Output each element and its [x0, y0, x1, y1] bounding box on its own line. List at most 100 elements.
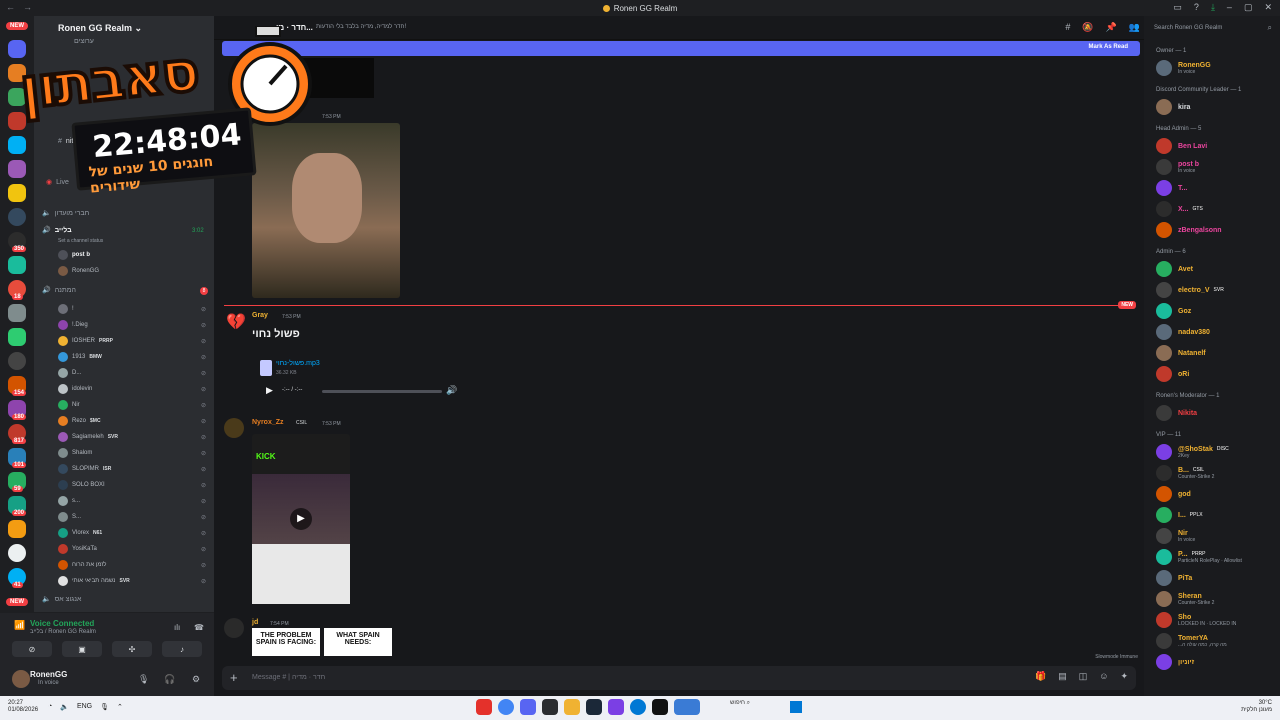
app-icon[interactable] [608, 699, 624, 715]
avatar[interactable] [224, 418, 244, 438]
member-item[interactable]: electro_V SVR [1150, 280, 1278, 300]
member-item[interactable]: T... [1150, 178, 1278, 198]
avatar[interactable] [12, 670, 30, 688]
voice-channel[interactable]: 🔈 אנגוצ אס [42, 595, 81, 604]
voice-user[interactable]: 1913 BMW ⊘ [58, 350, 208, 364]
language-indicator[interactable]: ENG [77, 703, 92, 711]
channel-topic[interactable]: חדר למדיה, מדיה בלבד בלי הודעות! [316, 24, 406, 30]
message-composer[interactable]: + Message # | חדר · מדיה 🎁 ▤ ◫ ☺ ✦ [222, 666, 1136, 690]
voice-user[interactable]: לזמן את הרוח ⊘ [58, 558, 208, 572]
member-item[interactable]: X... GTS [1150, 199, 1278, 219]
broken-heart-icon[interactable]: 💔 [226, 312, 246, 332]
server-icon[interactable] [8, 520, 26, 538]
server-icon[interactable] [8, 256, 26, 274]
steam-icon[interactable] [586, 699, 602, 715]
app-icon[interactable] [652, 699, 668, 715]
app-icon[interactable] [476, 699, 492, 715]
voice-user[interactable]: Vlorex N61 ⊘ [58, 526, 208, 540]
nav-arrows[interactable]: ← → [6, 2, 32, 12]
chevron-up-icon[interactable]: ⌃ [117, 703, 123, 711]
download-icon[interactable]: ⤓ [1211, 2, 1215, 13]
notification-icon[interactable]: 🔕 [1082, 22, 1093, 33]
member-item[interactable]: Nikita [1150, 403, 1278, 423]
search-input[interactable]: Search Ronen GG Realm ⌕ [1150, 20, 1276, 36]
voice-channel[interactable]: 🔊 בלייב [42, 226, 72, 235]
message-author[interactable]: Gray [252, 312, 268, 319]
avatar[interactable] [224, 618, 244, 638]
help-icon[interactable]: ? [1194, 2, 1199, 13]
start-icon[interactable] [790, 701, 802, 713]
member-item[interactable]: Nir In voice [1150, 526, 1278, 546]
voice-user[interactable]: Shalom ⊘ [58, 446, 208, 460]
app-icon[interactable] [542, 699, 558, 715]
member-item[interactable]: Natanelf [1150, 343, 1278, 363]
mic-icon[interactable]: 🎙 [100, 703, 109, 711]
minimize-button[interactable]: – [1227, 2, 1232, 13]
voice-user[interactable]: RonenGG [58, 264, 208, 278]
voice-user[interactable]: ! ⊘ [58, 302, 208, 316]
message-author[interactable]: Nyrox_Zz [252, 419, 284, 426]
server-icon[interactable] [8, 304, 26, 322]
clock[interactable]: 20:27 01/08/2026 [8, 700, 38, 714]
voice-user[interactable]: SOLO BOXI ⊘ [58, 478, 208, 492]
voice-user[interactable]: idolevin ⊘ [58, 382, 208, 396]
voice-user[interactable]: IOSHER PRRP ⊘ [58, 334, 208, 348]
voice-user[interactable]: YosiKaTa ⊘ [58, 542, 208, 556]
member-item[interactable]: Sho LOCKED IN · LOCKED IN [1150, 610, 1278, 630]
voice-user[interactable]: Sagiameleh SVR ⊘ [58, 430, 208, 444]
edge-icon[interactable] [630, 699, 646, 715]
mic-icon[interactable]: 🎙 [138, 674, 149, 685]
play-icon[interactable]: ▶ [266, 385, 273, 396]
server-icon[interactable] [8, 328, 26, 346]
member-item[interactable]: @ShoStak DISC 2Key [1150, 442, 1278, 462]
member-item[interactable]: TomerYA ...מה קרה, כמה עולה ה [1150, 631, 1278, 651]
gift-icon[interactable]: 🎁 [1035, 671, 1046, 682]
voice-user[interactable]: Rezo $MC ⊘ [58, 414, 208, 428]
mark-as-read-button[interactable]: Mark As Read [1089, 44, 1128, 50]
file-name[interactable]: פשול-נחוי.mp3 [276, 360, 320, 367]
meme-image[interactable]: WHAT SPAIN NEEDS: [324, 628, 392, 656]
voice-user[interactable]: post b [58, 248, 208, 262]
apps-icon[interactable]: ✦ [1120, 671, 1128, 682]
server-icon[interactable] [8, 352, 26, 370]
play-icon[interactable]: ▶ [290, 508, 312, 530]
inbox-icon[interactable]: ▭ [1173, 2, 1182, 13]
discord-icon[interactable] [520, 699, 536, 715]
message-input[interactable]: Message # | חדר · מדיה [252, 674, 325, 681]
screen-share-button[interactable]: ▣ [62, 641, 102, 657]
gear-icon[interactable]: ⚙ [192, 674, 200, 685]
disconnect-icon[interactable]: ☎ [194, 623, 204, 632]
server-icon[interactable] [8, 208, 26, 226]
add-attachment-icon[interactable]: + [230, 670, 238, 685]
wifi-icon[interactable]: ◔ [48, 703, 52, 711]
server-icon[interactable] [8, 544, 26, 562]
activities-button[interactable]: ✣ [112, 641, 152, 657]
member-item[interactable]: זיוניון [1150, 652, 1278, 672]
taskbar-search[interactable]: חיפוש ⌕ [730, 700, 750, 707]
sticker-icon[interactable]: ◫ [1079, 671, 1088, 682]
video-attachment[interactable]: KICK ▶ [252, 434, 350, 604]
member-item[interactable]: god [1150, 484, 1278, 504]
voice-user[interactable]: S... ⊘ [58, 510, 208, 524]
maximize-button[interactable]: ▢ [1244, 2, 1253, 13]
soundboard-button[interactable]: ♪ [162, 641, 202, 657]
message-author[interactable]: jd [252, 619, 258, 626]
threads-icon[interactable]: # [1065, 22, 1070, 33]
member-item[interactable]: Sheran Counter-Strike 2 [1150, 589, 1278, 609]
voice-user[interactable]: !.Dieg ⊘ [58, 318, 208, 332]
voice-location[interactable]: בלייב / Ronen GG Realm [30, 629, 96, 635]
volume-icon[interactable]: 🔈 [60, 703, 69, 711]
member-item[interactable]: Avet [1150, 259, 1278, 279]
meme-image[interactable]: THE PROBLEM SPAIN IS FACING: [252, 628, 320, 656]
app-icon[interactable] [674, 699, 700, 715]
gif-icon[interactable]: ▤ [1058, 671, 1067, 682]
camera-button[interactable]: ⊘ [12, 641, 52, 657]
forward-icon[interactable]: → [23, 2, 32, 12]
member-item[interactable]: kira [1150, 97, 1278, 117]
chrome-icon[interactable] [498, 699, 514, 715]
member-item[interactable]: PiTa [1150, 568, 1278, 588]
headphones-icon[interactable]: 🎧 [164, 674, 175, 685]
member-item[interactable]: nadav380 [1150, 322, 1278, 342]
channel-status[interactable]: Set a channel status [58, 238, 103, 244]
username[interactable]: RonenGG [30, 670, 67, 679]
